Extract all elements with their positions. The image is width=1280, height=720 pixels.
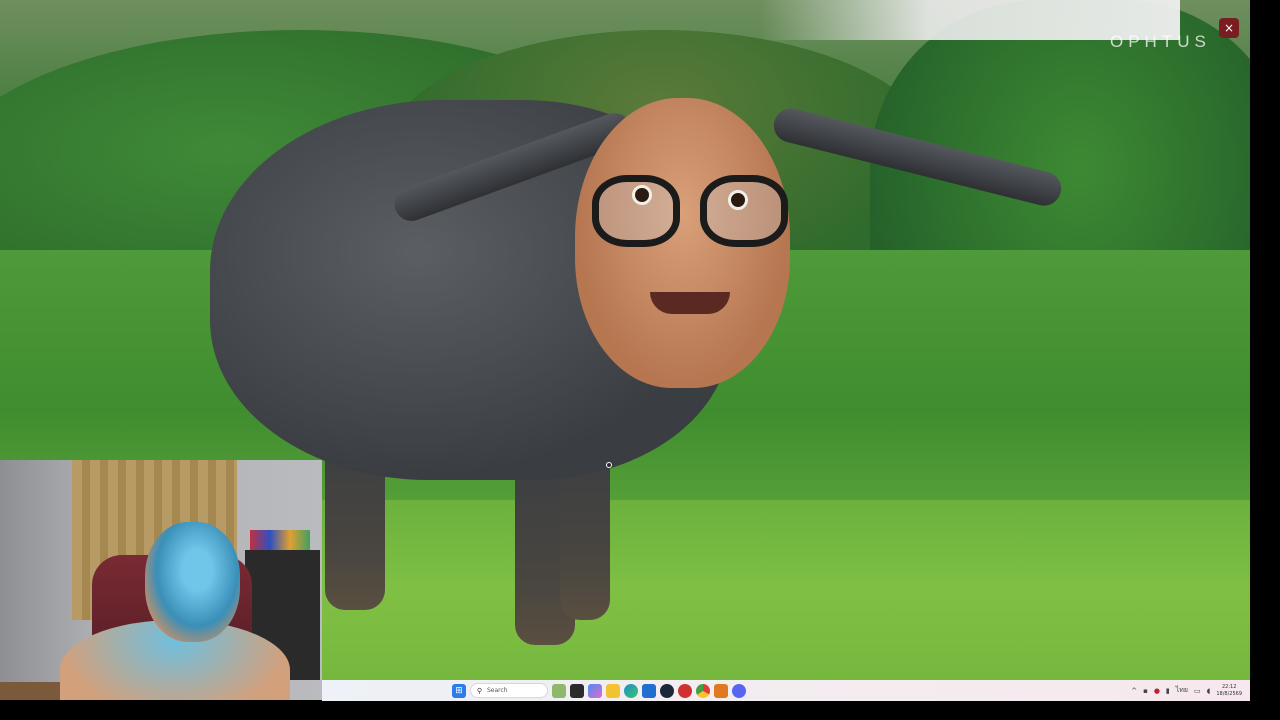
streamer-head (145, 522, 240, 642)
language-indicator[interactable]: ไทย (1176, 685, 1188, 696)
task-view-icon[interactable] (570, 683, 584, 698)
close-icon: × (1223, 21, 1235, 35)
taskbar: ⊞ ⚲ Search ^ ▪ ● ▮ ไทย ▭ ◖ 22:12 18/8/25… (322, 680, 1250, 701)
bottom-letterbox (0, 701, 1280, 720)
game-launcher-icon[interactable] (678, 683, 692, 698)
screen: OPHTUS × ⊞ ⚲ Search ^ ▪ ● ▮ ไทย ▭ ◖ 22:1… (0, 0, 1280, 720)
webcam-overlay (0, 460, 322, 700)
eye (632, 185, 652, 205)
search-icon: ⚲ (476, 686, 483, 695)
glasses-lens-right (700, 175, 788, 247)
edge-icon[interactable] (624, 683, 638, 698)
network-icon[interactable]: ▭ (1194, 687, 1201, 695)
clock-time: 22:12 (1221, 683, 1237, 690)
file-explorer-icon[interactable] (606, 683, 620, 698)
windows-start-icon[interactable]: ⊞ (452, 683, 466, 698)
mouth (650, 292, 730, 314)
app-icon[interactable] (714, 683, 728, 698)
search-placeholder: Search (487, 687, 508, 694)
system-tray: ^ ▪ ● ▮ ไทย ▭ ◖ 22:12 18/8/2569 (1131, 680, 1242, 701)
chevron-up-icon[interactable]: ^ (1131, 687, 1137, 695)
tray-app-icon[interactable]: ● (1154, 687, 1160, 695)
taskbar-apps: ⊞ ⚲ Search (452, 680, 746, 701)
watermark-text: OPHTUS (1110, 32, 1211, 51)
steam-icon[interactable] (660, 683, 674, 698)
microphone-icon[interactable]: ▮ (1166, 687, 1170, 695)
mouse-cursor (606, 462, 612, 468)
search-input[interactable]: ⚲ Search (470, 683, 548, 698)
clock-date: 18/8/2569 (1216, 690, 1242, 697)
copilot-icon[interactable] (588, 683, 602, 698)
close-button[interactable]: × (1219, 18, 1239, 38)
store-icon[interactable] (642, 683, 656, 698)
widgets-icon[interactable] (552, 683, 566, 698)
volume-icon[interactable]: ◖ (1207, 687, 1211, 695)
tray-app-icon[interactable]: ▪ (1143, 687, 1148, 695)
eye (728, 190, 748, 210)
chrome-icon[interactable] (696, 683, 710, 698)
discord-icon[interactable] (732, 683, 746, 698)
clock[interactable]: 22:12 18/8/2569 (1216, 684, 1242, 698)
